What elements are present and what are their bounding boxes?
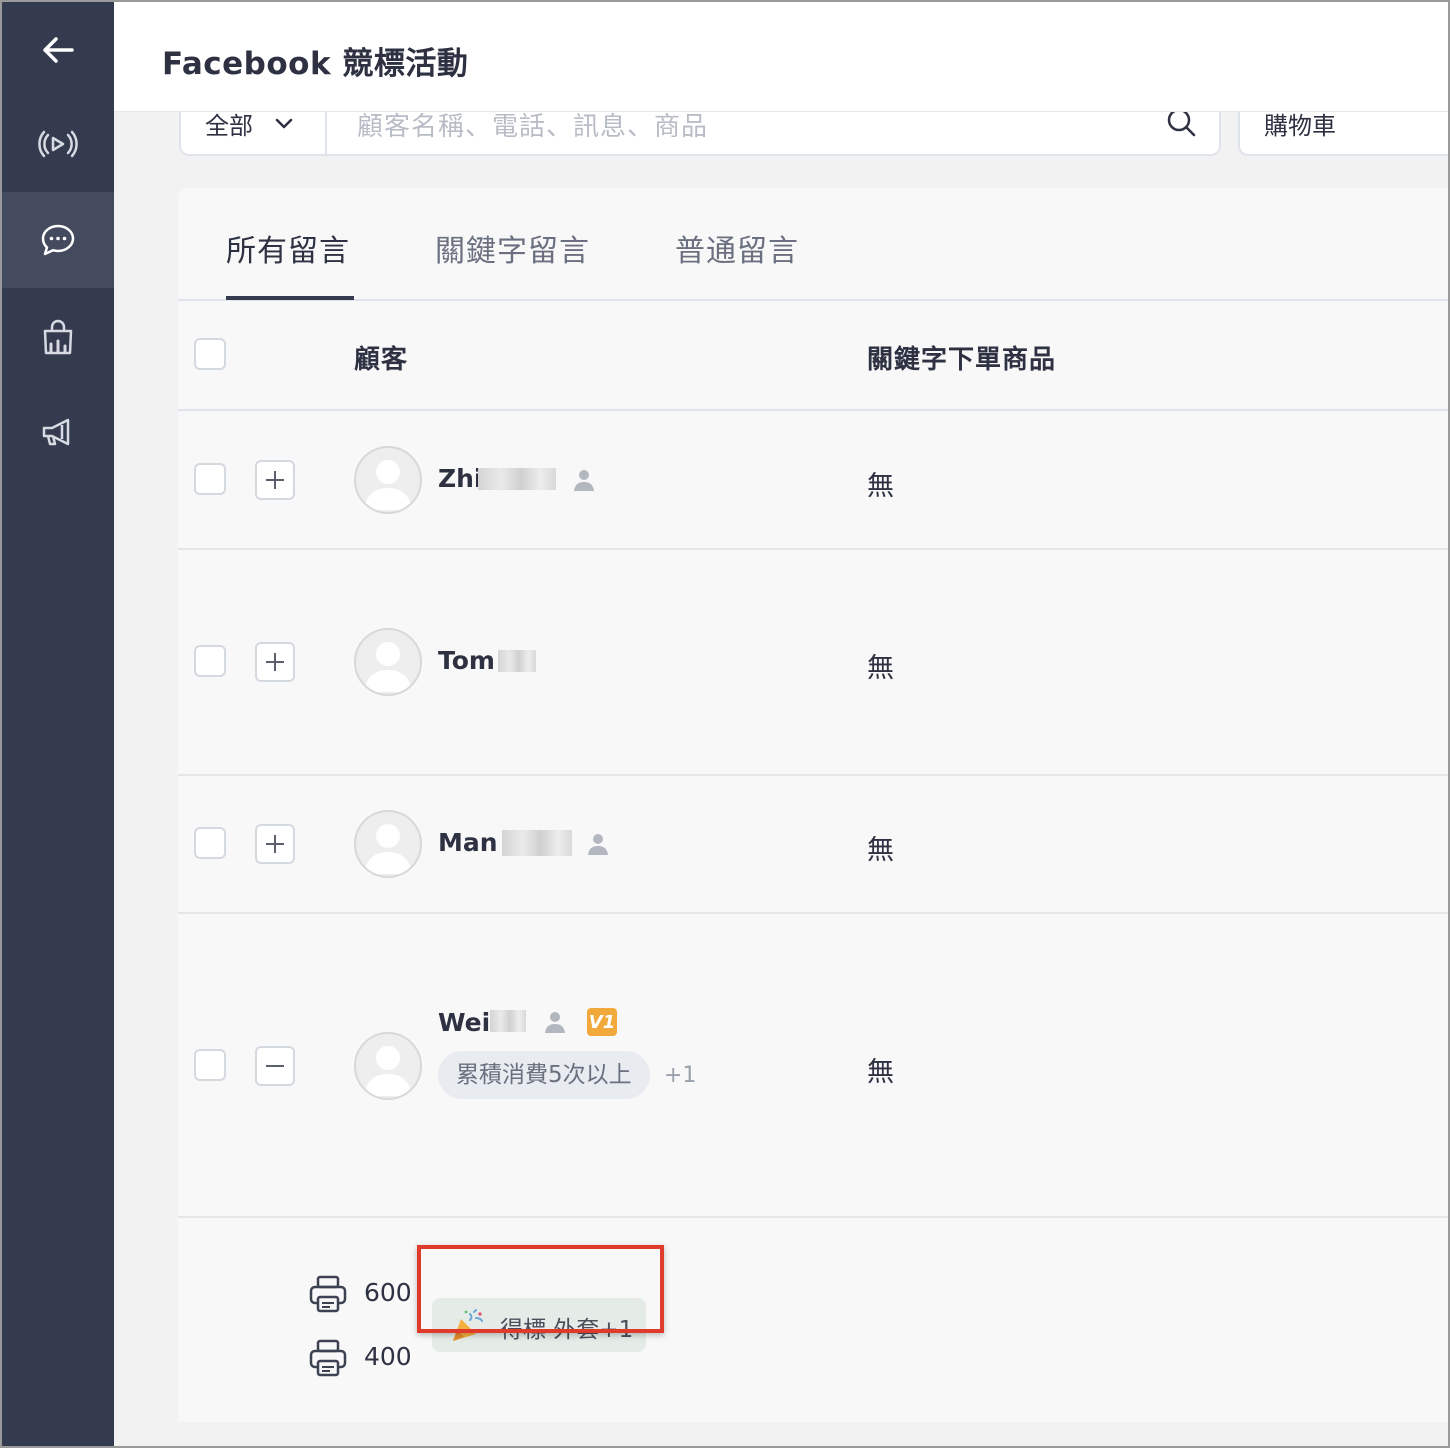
collapse-row-button[interactable] <box>255 1046 295 1086</box>
tab-all-comments[interactable]: 所有留言 <box>226 226 350 270</box>
table-row[interactable]: Zhi 無 <box>178 412 1448 550</box>
expand-row-button[interactable] <box>255 642 295 682</box>
price-value: 600 <box>364 1278 412 1307</box>
customer-tag[interactable]: 累積消費5次以上 <box>438 1051 650 1099</box>
customer-name[interactable]: Zhi <box>438 464 483 493</box>
sidebar-item-shop[interactable] <box>2 290 114 386</box>
active-tab-indicator <box>226 296 354 300</box>
sidebar-item-comments[interactable] <box>2 192 114 288</box>
printer-icon[interactable] <box>308 1338 348 1378</box>
customer-name[interactable]: Man <box>438 828 498 857</box>
plus-icon <box>266 653 284 671</box>
printer-icon[interactable] <box>308 1274 348 1314</box>
redacted-surname <box>502 830 572 856</box>
row-checkbox[interactable] <box>194 463 226 495</box>
table-row[interactable]: Tom 無 <box>178 550 1448 776</box>
app-window: 全部 顧客名稱、電話、訊息、商品 購物車 Facebook 競標活動 所有留言 … <box>0 0 1450 1448</box>
more-tags-count[interactable]: +1 <box>664 1063 696 1088</box>
back-button[interactable] <box>2 2 114 98</box>
row-checkbox[interactable] <box>194 1049 226 1081</box>
sidebar <box>2 2 114 1446</box>
table-row[interactable]: Man 無 <box>178 776 1448 914</box>
avatar <box>354 446 422 514</box>
plus-icon <box>266 471 284 489</box>
redacted-surname <box>478 468 556 490</box>
person-icon <box>545 1012 565 1033</box>
customer-name[interactable]: Wei <box>438 1008 490 1037</box>
table-header: 顧客 關鍵字下單商品 <box>178 301 1448 411</box>
page-header: Facebook 競標活動 <box>114 2 1448 112</box>
table-row[interactable]: Wei V1 累積消費5次以上 +1 無 <box>178 914 1448 1218</box>
live-broadcast-icon <box>38 130 78 158</box>
sidebar-item-live[interactable] <box>2 96 114 192</box>
plus-icon <box>266 835 284 853</box>
person-icon <box>588 834 608 855</box>
shopping-bag-icon <box>43 319 73 355</box>
tab-normal-comments[interactable]: 普通留言 <box>675 226 799 270</box>
customer-name[interactable]: Tom <box>438 646 495 675</box>
avatar <box>354 628 422 696</box>
megaphone-icon <box>42 418 70 446</box>
redacted-surname <box>498 650 536 672</box>
avatar <box>354 810 422 878</box>
tab-keyword-comments[interactable]: 關鍵字留言 <box>435 226 590 270</box>
expanded-comment-detail: 600 400 得標 外套+1 <box>178 1218 1448 1422</box>
minus-icon <box>266 1065 284 1067</box>
person-icon <box>574 470 594 491</box>
row-checkbox[interactable] <box>194 645 226 677</box>
column-header-keyword-products: 關鍵字下單商品 <box>867 345 1057 375</box>
vip-badge: V1 <box>587 1008 617 1036</box>
comment-bubble-icon <box>41 224 75 256</box>
expand-row-button[interactable] <box>255 460 295 500</box>
sidebar-item-marketing[interactable] <box>2 384 114 480</box>
tab-bar: 所有留言 關鍵字留言 普通留言 <box>178 188 1448 301</box>
chevron-down-icon <box>275 118 293 129</box>
expand-row-button[interactable] <box>255 824 295 864</box>
keyword-products-value: 無 <box>867 471 894 502</box>
select-all-checkbox[interactable] <box>194 338 226 370</box>
page-title: Facebook 競標活動 <box>162 46 469 82</box>
avatar <box>354 1032 422 1100</box>
keyword-products-value: 無 <box>867 653 894 684</box>
comments-card: 所有留言 關鍵字留言 普通留言 顧客 關鍵字下單商品 Zhi 無 Tom 無 M… <box>178 188 1448 1422</box>
row-checkbox[interactable] <box>194 827 226 859</box>
annotation-highlight-box <box>417 1245 664 1333</box>
keyword-products-value: 無 <box>867 1057 894 1088</box>
redacted-surname <box>490 1010 526 1032</box>
back-arrow-icon <box>43 37 74 63</box>
keyword-products-value: 無 <box>867 835 894 866</box>
price-value: 400 <box>364 1342 412 1371</box>
column-header-customer: 顧客 <box>354 345 409 375</box>
